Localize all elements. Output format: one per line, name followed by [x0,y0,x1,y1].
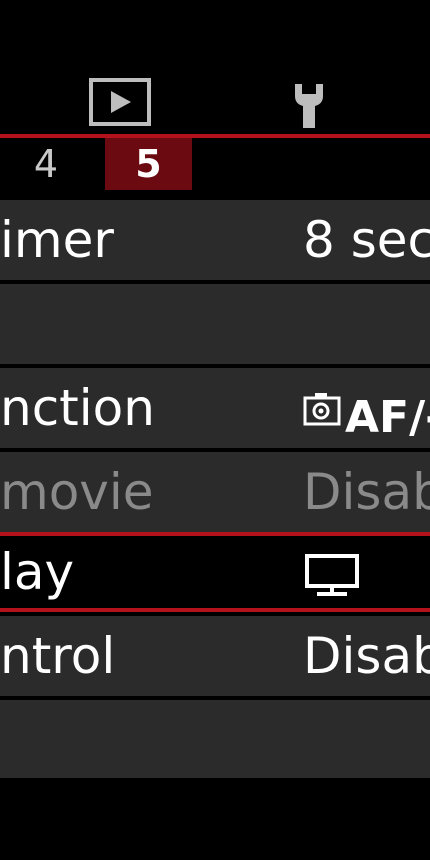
menu-row-empty[interactable] [0,284,430,364]
menu-row-function[interactable]: nction AF/- [0,368,430,448]
menu-row-label: nction [0,379,155,437]
menu-row-empty [0,700,430,778]
menu-row-value: Disab [303,463,430,521]
menu-row-display-selected[interactable]: lay [0,532,430,612]
menu-category-tabs [0,0,430,134]
menu-row-label: movie [0,463,154,521]
sub-tab-5-selected[interactable]: 5 [105,138,192,190]
menu-row-control[interactable]: ntrol Disab [0,616,430,696]
af-value-text: AF/- [345,392,430,443]
playback-icon[interactable] [89,78,151,126]
menu-row-label: imer [0,211,114,269]
menu-row-value: Disab [303,627,430,685]
menu-row-timer[interactable]: imer 8 sec [0,200,430,280]
wrench-icon[interactable] [287,80,331,130]
af-function-value: AF/- [303,368,430,448]
menu-row-value: 8 sec [303,211,430,269]
sub-tab-row: 4 5 [0,138,430,190]
menu-row-movie: movie Disab [0,452,430,532]
menu-row-label: lay [0,543,75,601]
menu-row-label: ntrol [0,627,116,685]
camera-af-icon [303,393,341,426]
sub-tab-4[interactable]: 4 [26,138,66,190]
monitor-icon [305,554,359,596]
